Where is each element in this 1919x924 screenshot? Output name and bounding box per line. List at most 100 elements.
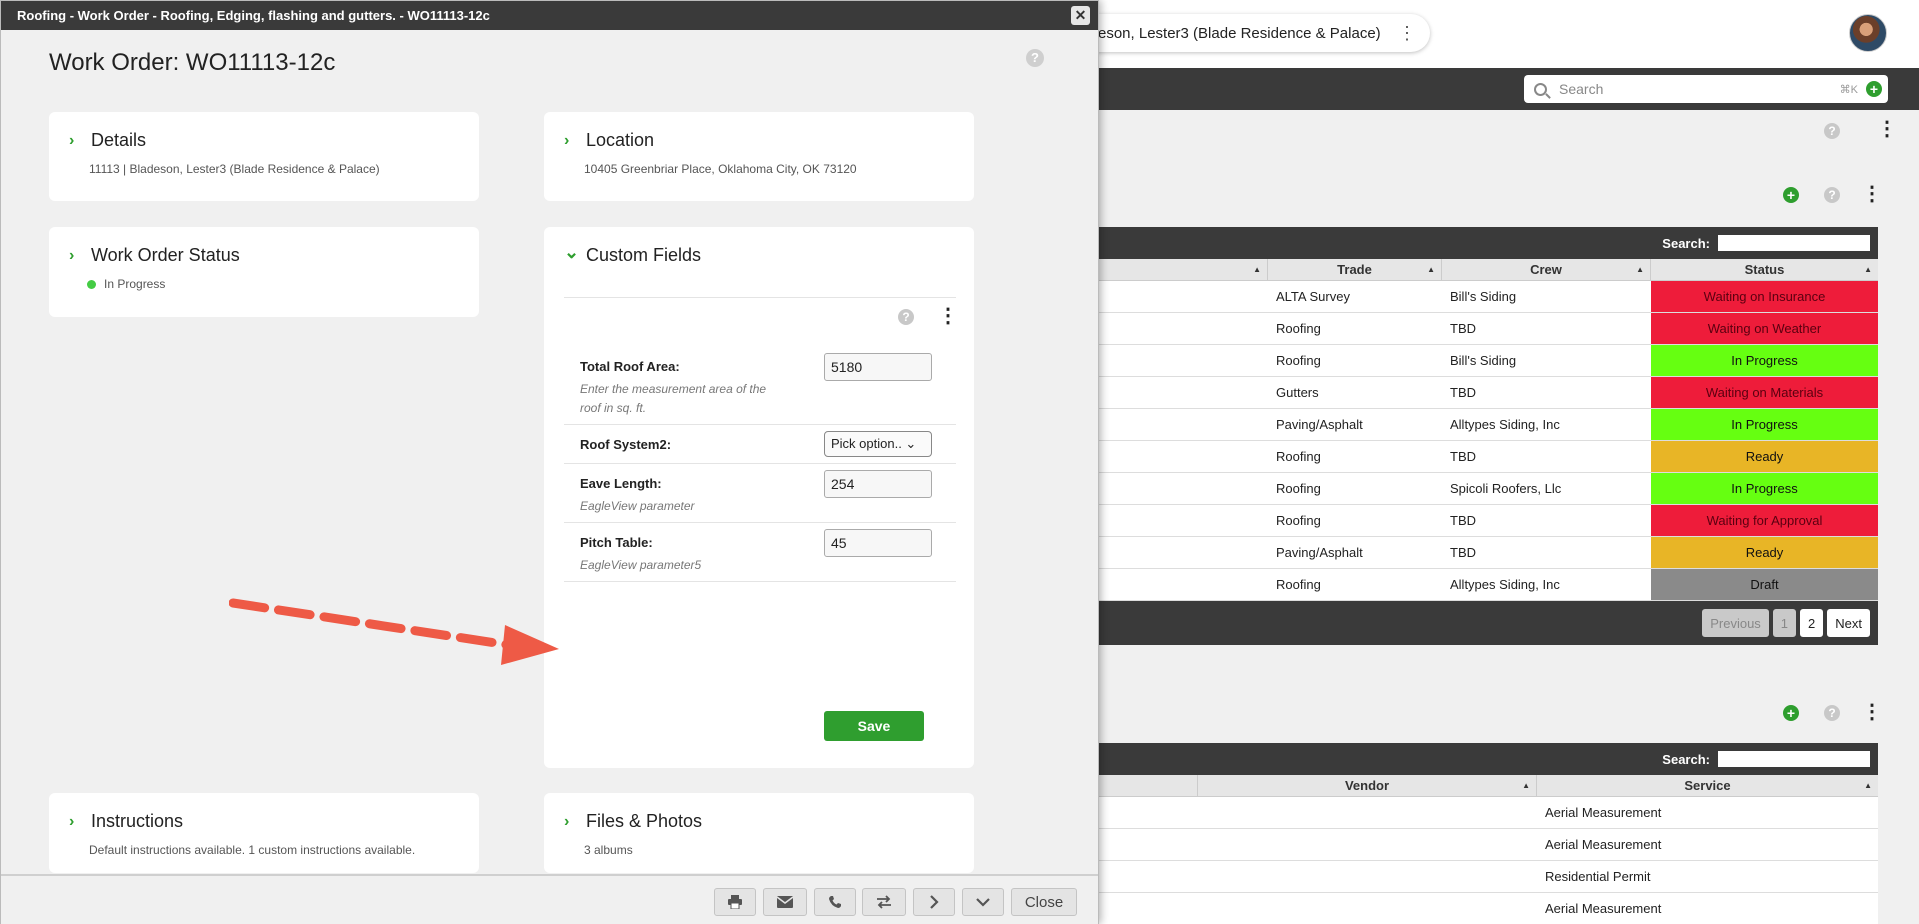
files-photos-card[interactable]: › Files & Photos 3 albums — [544, 793, 974, 873]
field-input[interactable]: 45 — [824, 529, 932, 557]
help-icon[interactable]: ? — [1824, 187, 1840, 203]
work-order-modal: Roofing - Work Order - Roofing, Edging, … — [0, 0, 1099, 924]
add-icon[interactable]: + — [1866, 81, 1882, 97]
next-page-button[interactable]: Next — [1827, 609, 1870, 637]
help-icon[interactable]: ? — [1824, 705, 1840, 721]
instructions-card[interactable]: › Instructions Default instructions avai… — [49, 793, 479, 873]
kebab-icon[interactable]: ⋮ — [1398, 23, 1416, 44]
custom-fields-header[interactable]: ⌄ Custom Fields — [564, 242, 701, 266]
email-button[interactable] — [763, 888, 807, 916]
table-header-row: ▲ Trade ▲ Crew ▲ Status ▲ — [1098, 259, 1878, 281]
print-button[interactable] — [714, 888, 756, 916]
user-avatar[interactable] — [1849, 14, 1887, 52]
work-orders-table: Search: ▲ Trade ▲ Crew ▲ Status ▲ ALTA Surv… — [1098, 227, 1878, 645]
kebab-icon[interactable]: ⋮ — [938, 306, 958, 326]
table-row[interactable]: ALTA Survey Bill's Siding Waiting on Insur… — [1098, 281, 1878, 313]
crew-cell: TBD — [1450, 385, 1476, 400]
table-row[interactable]: Roofing Alltypes Siding, Inc Draft — [1098, 569, 1878, 601]
add-icon[interactable]: + — [1783, 705, 1799, 721]
files-summary: 3 albums — [584, 843, 633, 857]
field-input[interactable]: 254 — [824, 470, 932, 498]
table-cell — [1098, 281, 1268, 312]
service-cell: Aerial Measurement — [1545, 901, 1662, 916]
field-label: Total Roof Area: — [580, 359, 680, 374]
column-header-trade[interactable]: Trade ▲ — [1268, 259, 1442, 280]
crew-cell: Bill's Siding — [1450, 289, 1517, 304]
status-badge: Waiting on Weather — [1651, 313, 1878, 344]
custom-fields-card: ⌄ Custom Fields ? ⋮ Total Roof Area: Ente… — [544, 227, 974, 768]
custom-fields-list[interactable]: Total Roof Area: Enter the measurement ar… — [564, 347, 956, 583]
location-card[interactable]: › Location 10405 Greenbriar Place, Oklah… — [544, 112, 974, 201]
table-row[interactable]: Paving/Asphalt Alltypes Siding, Inc In Pro… — [1098, 409, 1878, 441]
table-search-input[interactable] — [1718, 751, 1870, 767]
status-badge: Waiting on Insurance — [1651, 281, 1878, 312]
chevron-right-icon — [930, 895, 939, 909]
table-row[interactable]: Aerial Measurement — [1098, 829, 1878, 861]
modal-window-title: Roofing - Work Order - Roofing, Edging, … — [17, 8, 490, 23]
roof-system-select[interactable]: Pick option.. ⌄ — [824, 431, 932, 457]
transfer-button[interactable] — [862, 888, 906, 916]
table-cell — [1098, 569, 1268, 600]
save-button[interactable]: Save — [824, 711, 924, 741]
location-header[interactable]: › Location — [564, 130, 654, 151]
status-badge: In Progress — [1651, 409, 1878, 440]
help-icon[interactable]: ? — [1026, 49, 1044, 67]
table-row[interactable]: Residential Permit — [1098, 861, 1878, 893]
status-badge: Draft — [1651, 569, 1878, 600]
kebab-icon[interactable]: ⋮ — [1862, 184, 1882, 204]
search-placeholder: Search — [1559, 81, 1604, 97]
field-hint: EagleView parameter — [580, 499, 695, 513]
table-search-label: Search: — [1662, 751, 1710, 767]
table-row[interactable]: Aerial Measurement — [1098, 797, 1878, 829]
help-icon[interactable]: ? — [1824, 123, 1840, 139]
location-address: 10405 Greenbriar Place, Oklahoma City, O… — [584, 162, 857, 176]
kebab-icon[interactable]: ⋮ — [1877, 119, 1897, 139]
column-header[interactable]: ▲ — [1098, 259, 1268, 280]
table-row[interactable]: Aerial Measurement — [1098, 893, 1878, 924]
help-icon[interactable]: ? — [898, 309, 914, 325]
column-header[interactable] — [1098, 775, 1198, 796]
crew-cell: TBD — [1450, 321, 1476, 336]
table-row[interactable]: Gutters TBD Waiting on Materials — [1098, 377, 1878, 409]
close-button[interactable]: Close — [1011, 888, 1077, 916]
more-button[interactable] — [962, 888, 1004, 916]
details-header[interactable]: › Details — [69, 130, 146, 151]
call-button[interactable] — [814, 888, 856, 916]
custom-field-row: Roof System2: Pick option.. ⌄ — [564, 425, 956, 464]
crew-cell: Alltypes Siding, Inc — [1450, 577, 1560, 592]
table-cell — [1098, 473, 1268, 504]
page-2-button[interactable]: 2 — [1800, 609, 1824, 637]
status-header[interactable]: › Work Order Status — [69, 245, 240, 266]
global-search-input[interactable]: Search ⌘K + — [1524, 75, 1888, 103]
column-header-status[interactable]: Status ▲ — [1651, 259, 1878, 280]
crew-cell: TBD — [1450, 449, 1476, 464]
files-header[interactable]: › Files & Photos — [564, 811, 702, 832]
kebab-icon[interactable]: ⋮ — [1862, 702, 1882, 722]
column-header-vendor[interactable]: Vendor ▲ — [1198, 775, 1537, 796]
instructions-header[interactable]: › Instructions — [69, 811, 183, 832]
table-row[interactable]: Roofing Spicoli Roofers, Llc In Progress — [1098, 473, 1878, 505]
table-search-input[interactable] — [1718, 235, 1870, 251]
column-header-crew[interactable]: Crew ▲ — [1442, 259, 1651, 280]
page-1-button[interactable]: 1 — [1772, 609, 1797, 637]
instructions-summary: Default instructions available. 1 custom… — [89, 843, 416, 857]
table-row[interactable]: Roofing Bill's Siding In Progress — [1098, 345, 1878, 377]
table-row[interactable]: Paving/Asphalt TBD Ready — [1098, 537, 1878, 569]
column-header-service[interactable]: Service ▲ — [1537, 775, 1878, 796]
table-row[interactable]: Roofing TBD Ready — [1098, 441, 1878, 473]
status-value: In Progress — [87, 277, 165, 291]
add-icon[interactable]: + — [1783, 187, 1799, 203]
table-row[interactable]: Roofing TBD Waiting on Weather — [1098, 313, 1878, 345]
vendor-cell — [1198, 797, 1537, 828]
next-button[interactable] — [913, 888, 955, 916]
work-order-status-card[interactable]: › Work Order Status In Progress — [49, 227, 479, 317]
field-input[interactable]: 5180 — [824, 353, 932, 381]
table-row[interactable]: Roofing TBD Waiting for Approval — [1098, 505, 1878, 537]
previous-page-button[interactable]: Previous — [1702, 609, 1769, 637]
crew-cell: TBD — [1450, 513, 1476, 528]
trade-cell: Paving/Asphalt — [1276, 545, 1363, 560]
customer-context-pill[interactable]: eson, Lester3 (Blade Residence & Palace)… — [1080, 14, 1430, 52]
close-icon[interactable]: ✕ — [1071, 6, 1090, 25]
details-card[interactable]: › Details 11113 | Bladeson, Lester3 (Bla… — [49, 112, 479, 201]
table-toolbar: Search: — [1098, 743, 1878, 775]
